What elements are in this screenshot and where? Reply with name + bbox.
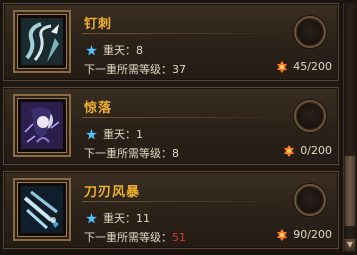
skill-upgrade-button[interactable] — [294, 100, 326, 132]
star-icon — [86, 128, 97, 140]
next-level-requirement: 下一重所需等级：37 — [84, 61, 186, 77]
skill-name: 惊落 — [84, 101, 113, 116]
requirement-level: 51 — [172, 231, 186, 244]
divider — [82, 117, 288, 118]
cost-value: 90/200 — [293, 228, 332, 241]
upgrade-cost: 0/200 — [283, 144, 332, 157]
skill-upgrade-button[interactable] — [294, 16, 326, 48]
skill-icon-frame[interactable] — [13, 178, 71, 241]
skill-layer-label: 重天：11 — [103, 212, 150, 225]
requirement-prefix: 下一重所需等级： — [84, 231, 172, 244]
skill-card[interactable]: 刀刃风暴 重天：11 下一重所需等级：51 90/200 — [3, 171, 339, 249]
scroll-down-arrow-icon[interactable]: ▼ — [344, 238, 356, 252]
skill-card[interactable]: 钉刺 重天：8 下一重所需等级：37 45/200 — [3, 3, 339, 81]
flame-icon — [284, 144, 295, 157]
flame-icon — [277, 60, 288, 73]
next-level-requirement: 下一重所需等级：8 — [84, 145, 179, 161]
scrollbar[interactable]: ▼ — [343, 3, 357, 252]
skill-layer: 重天：1 — [86, 126, 143, 142]
upgrade-cost: 45/200 — [276, 60, 332, 73]
requirement-prefix: 下一重所需等级： — [84, 63, 172, 76]
divider — [82, 33, 288, 34]
skill-layer-label: 重天：1 — [103, 128, 143, 141]
requirement-level: 8 — [172, 147, 179, 160]
requirement-level: 37 — [172, 63, 186, 76]
next-level-requirement: 下一重所需等级：51 — [84, 229, 186, 245]
flame-icon — [277, 228, 288, 241]
skill-name: 钉刺 — [84, 17, 113, 32]
skill-card[interactable]: 惊落 重天：1 下一重所需等级：8 0/200 — [3, 87, 339, 165]
star-icon — [86, 44, 97, 56]
skill-icon-frame[interactable] — [13, 94, 71, 157]
cost-value: 45/200 — [293, 60, 332, 73]
skill-layer: 重天：8 — [86, 42, 143, 58]
skill-list-panel: 钉刺 重天：8 下一重所需等级：37 45/200 惊落 重天：1 下一重所需等… — [3, 3, 339, 252]
cost-value: 0/200 — [300, 144, 332, 157]
scrollbar-thumb[interactable] — [344, 155, 356, 227]
skill-layer: 重天：11 — [86, 210, 150, 226]
blade-storm-skill-icon — [21, 186, 63, 233]
skill-upgrade-button[interactable] — [294, 184, 326, 216]
spike-skill-icon — [21, 18, 63, 65]
skill-icon-frame[interactable] — [13, 10, 71, 73]
star-icon — [86, 212, 97, 224]
skill-name: 刀刃风暴 — [84, 185, 141, 200]
requirement-prefix: 下一重所需等级： — [84, 147, 172, 160]
skill-layer-label: 重天：8 — [103, 44, 143, 57]
startle-skill-icon — [21, 102, 63, 149]
upgrade-cost: 90/200 — [276, 228, 332, 241]
divider — [82, 201, 288, 202]
